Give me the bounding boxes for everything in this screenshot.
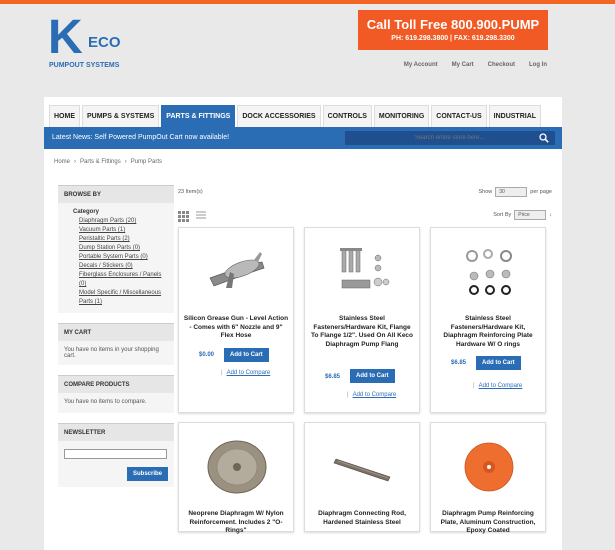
nav-tab-home[interactable]: HOME: [49, 105, 80, 127]
compare-title: COMPARE PRODUCTS: [58, 375, 174, 393]
product-grid: Silicon Grease Gun - Level Action - Come…: [178, 227, 552, 534]
site-header: K ECO PUMPOUT SYSTEMS Call Toll Free 800…: [0, 4, 615, 72]
search-input[interactable]: [345, 131, 535, 145]
category-link[interactable]: Vacuum Parts (1): [79, 227, 125, 233]
sort-direction-arrow[interactable]: ↓: [549, 212, 552, 218]
breadcrumb-parts-fittings[interactable]: Parts & Fittings: [80, 159, 121, 165]
add-to-compare-link[interactable]: Add to Compare: [473, 383, 523, 389]
nav-tab-dock-accessories[interactable]: DOCK ACCESSORIES: [237, 105, 321, 127]
nav-tab-pumps-systems[interactable]: PUMPS & SYSTEMS: [82, 105, 160, 127]
cart-empty-text: You have no items in your shopping cart.: [58, 341, 174, 365]
category-link[interactable]: Portable System Parts (0): [79, 254, 148, 260]
product-name[interactable]: Neoprene Diaphragm W/ Nylon Reinforcemen…: [183, 510, 289, 536]
per-page-select[interactable]: 30: [495, 187, 528, 197]
product-price: $0.00: [199, 352, 215, 358]
product-name[interactable]: Stainless Steel Fasteners/Hardware Kit, …: [435, 315, 541, 349]
checkout-link[interactable]: Checkout: [488, 62, 515, 68]
call-toll-free-banner: Call Toll Free 800.900.PUMP PH: 619.298.…: [358, 10, 548, 50]
product-card: Diaphragm Pump Reinforcing Plate, Alumin…: [430, 422, 546, 534]
product-name[interactable]: Silicon Grease Gun - Level Action - Come…: [183, 315, 289, 341]
product-card: Silicon Grease Gun - Level Action - Come…: [178, 227, 294, 413]
main-container: HOME PUMPS & SYSTEMS PARTS & FITTINGS DO…: [44, 97, 562, 550]
product-price: $6.85: [325, 374, 341, 380]
newsletter-title: NEWSLETTER: [58, 423, 174, 441]
orange-plate-image[interactable]: [451, 431, 527, 503]
call-phone-fax: PH: 619.298.3800 | FAX: 619.298.3300: [391, 35, 515, 42]
logo-letter: K: [48, 11, 83, 64]
product-card: Stainless Steel Fasteners/Hardware Kit, …: [430, 227, 546, 413]
category-link[interactable]: Peristaltic Parts (2): [79, 236, 130, 242]
subscribe-button[interactable]: Subscribe: [126, 466, 168, 481]
breadcrumb-home[interactable]: Home: [54, 159, 70, 165]
toolbar-top: 23 Item(s) Show 30 per page: [178, 185, 552, 205]
search-box: [344, 130, 556, 146]
grease-gun-image[interactable]: [199, 236, 275, 308]
show-label: Show: [478, 189, 493, 195]
diaphragm-image[interactable]: [199, 431, 275, 503]
product-card: Diaphragm Connecting Rod, Hardened Stain…: [304, 422, 420, 532]
nav-tab-industrial[interactable]: INDUSTRIAL: [488, 105, 542, 127]
add-to-compare-link[interactable]: Add to Compare: [347, 392, 397, 398]
sidebar: BROWSE BY Category Diaphragm Parts (20) …: [58, 185, 174, 497]
sort-by-select[interactable]: Price: [514, 210, 547, 220]
browse-by-title: BROWSE BY: [58, 185, 174, 203]
keco-logo[interactable]: K ECO PUMPOUT SYSTEMS: [48, 11, 132, 74]
breadcrumb-current: Pump Parts: [130, 159, 163, 165]
category-link[interactable]: Dump Station Parts (0): [79, 245, 140, 251]
nav-tab-parts-fittings[interactable]: PARTS & FITTINGS: [161, 105, 236, 127]
my-cart-link[interactable]: My Cart: [452, 62, 474, 68]
per-page-label: per page: [530, 189, 552, 195]
login-link[interactable]: Log In: [529, 62, 547, 68]
nav-tab-contact-us[interactable]: CONTACT-US: [431, 105, 487, 127]
product-name[interactable]: Stainless Steel Fasteners/Hardware Kit, …: [309, 315, 415, 349]
nav-tab-monitoring[interactable]: MONITORING: [373, 105, 430, 127]
product-price: $6.85: [451, 360, 467, 366]
washers-image[interactable]: [451, 236, 527, 308]
my-account-link[interactable]: My Account: [404, 62, 438, 68]
compare-block: COMPARE PRODUCTS You have no items to co…: [58, 375, 174, 413]
product-listing: 23 Item(s) Show 30 per page Sort By Pric…: [178, 185, 552, 534]
product-name[interactable]: Diaphragm Pump Reinforcing Plate, Alumin…: [435, 510, 541, 536]
product-card: Stainless Steel Fasteners/Hardware Kit, …: [304, 227, 420, 413]
account-links: My Account My Cart Checkout Log In: [404, 62, 547, 68]
compare-empty-text: You have no items to compare.: [58, 393, 174, 413]
news-bar: Latest News: Self Powered PumpOut Cart n…: [44, 127, 562, 149]
add-to-cart-button[interactable]: Add to Cart: [350, 369, 395, 383]
my-cart-block: MY CART You have no items in your shoppi…: [58, 323, 174, 365]
main-nav: HOME PUMPS & SYSTEMS PARTS & FITTINGS DO…: [44, 97, 562, 127]
grid-view-icon[interactable]: [178, 211, 189, 222]
add-to-compare-link[interactable]: Add to Compare: [221, 370, 271, 376]
browse-by-block: BROWSE BY Category Diaphragm Parts (20) …: [58, 185, 174, 313]
category-link[interactable]: Diaphragm Parts (20): [79, 218, 136, 224]
item-count: 23 Item(s): [178, 189, 203, 195]
nav-tab-controls[interactable]: CONTROLS: [322, 105, 372, 127]
category-link[interactable]: Fiberglass Enclosures / Panels (0): [79, 272, 161, 287]
logo-text: ECO: [88, 34, 121, 51]
add-to-cart-button[interactable]: Add to Cart: [476, 356, 521, 370]
toolbar-view: Sort By Price ↓: [178, 205, 552, 227]
add-to-cart-button[interactable]: Add to Cart: [224, 348, 269, 362]
latest-news-text[interactable]: Latest News: Self Powered PumpOut Cart n…: [52, 134, 229, 141]
my-cart-title: MY CART: [58, 323, 174, 341]
category-link[interactable]: Decals / Stickers (0): [79, 263, 133, 269]
product-name[interactable]: Diaphragm Connecting Rod, Hardened Stain…: [309, 510, 415, 527]
product-card: Neoprene Diaphragm W/ Nylon Reinforcemen…: [178, 422, 294, 534]
newsletter-email-input[interactable]: [64, 449, 167, 459]
breadcrumb-separator: ›: [124, 159, 127, 165]
breadcrumb-separator: ›: [74, 159, 77, 165]
category-label: Category: [73, 209, 100, 215]
search-icon[interactable]: [539, 133, 549, 143]
call-title: Call Toll Free 800.900.PUMP: [366, 17, 540, 32]
category-link[interactable]: Model Specific / Miscellaneous Parts (1): [79, 290, 161, 305]
bolts-image[interactable]: [325, 236, 401, 308]
breadcrumb: Home › Parts & Fittings › Pump Parts: [54, 159, 162, 165]
sort-by-label: Sort By: [493, 212, 512, 218]
rod-image[interactable]: [325, 431, 401, 503]
logo-subtitle: PUMPOUT SYSTEMS: [49, 62, 120, 69]
list-view-icon[interactable]: [196, 211, 206, 221]
newsletter-block: NEWSLETTER Subscribe: [58, 423, 174, 487]
